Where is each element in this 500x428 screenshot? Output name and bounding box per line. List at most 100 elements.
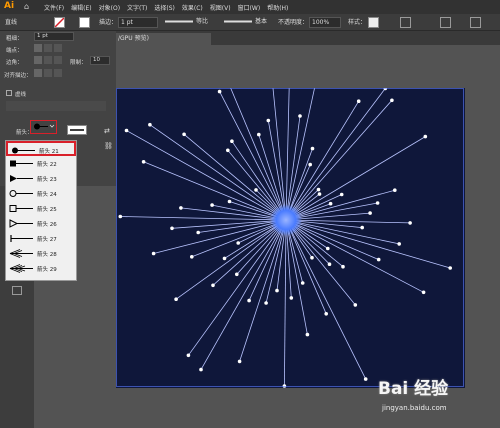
round-join-icon[interactable] bbox=[44, 56, 52, 64]
dropdown-item-label: 箭头 26 bbox=[37, 222, 57, 228]
swap-arrows-icon[interactable]: ⇄ bbox=[104, 127, 112, 135]
ray-dot bbox=[124, 128, 129, 133]
link-scale-icon[interactable]: ⛓ bbox=[104, 142, 113, 150]
projecting-cap-icon[interactable] bbox=[54, 44, 62, 52]
ray-dot bbox=[390, 98, 394, 103]
ray-line bbox=[285, 100, 360, 221]
starburst-artwork bbox=[116, 88, 464, 388]
opacity-field[interactable]: 100% bbox=[309, 17, 341, 28]
document-tab[interactable]: /GPU 预览) bbox=[116, 33, 211, 45]
ray-dot bbox=[421, 290, 426, 295]
menu-effect[interactable]: 效果(C) bbox=[182, 3, 203, 12]
weight-value: 1 pt bbox=[37, 33, 48, 39]
arrow-triangle-icon bbox=[10, 175, 33, 182]
home-icon[interactable]: ⌂ bbox=[24, 2, 33, 11]
menu-view[interactable]: 视图(V) bbox=[210, 3, 231, 12]
menu-bar: Ai ⌂ 文件(F) 编辑(E) 对象(O) 文字(T) 选择(S) 效果(C)… bbox=[0, 0, 500, 14]
ray-line bbox=[285, 219, 424, 293]
line-profile-icon bbox=[165, 20, 193, 23]
variable-width-profile[interactable]: 等比 bbox=[162, 17, 218, 28]
menu-file[interactable]: 文件(F) bbox=[44, 3, 64, 12]
ray-line bbox=[284, 219, 287, 387]
arrow-dot-icon bbox=[34, 123, 55, 130]
ray-dot bbox=[317, 192, 322, 196]
dropdown-item-arrow-23[interactable]: 箭头 23 bbox=[6, 171, 76, 186]
ray-dot bbox=[316, 187, 321, 192]
dropdown-item-arrow-25[interactable]: 箭头 25 bbox=[6, 201, 76, 216]
weight-field[interactable]: 1 pt bbox=[34, 32, 74, 41]
dropdown-item-label: 箭头 28 bbox=[37, 252, 57, 258]
arrow-dot-icon bbox=[12, 147, 35, 154]
opacity-label: 不透明度： bbox=[278, 19, 309, 26]
miter-join-icon[interactable] bbox=[34, 56, 42, 64]
start-arrow-select[interactable] bbox=[30, 120, 57, 134]
ray-dot bbox=[300, 281, 305, 285]
menu-type[interactable]: 文字(T) bbox=[127, 3, 147, 12]
transform-icon[interactable] bbox=[470, 17, 481, 28]
stroke-swatch[interactable] bbox=[79, 17, 90, 28]
dashed-label: 虚线 bbox=[15, 92, 27, 98]
end-arrow-select[interactable] bbox=[67, 125, 87, 135]
limit-field[interactable]: 10 bbox=[90, 56, 110, 65]
ray-dot bbox=[310, 146, 315, 151]
menu-select[interactable]: 选择(S) bbox=[154, 3, 175, 12]
menu-edit[interactable]: 编辑(E) bbox=[71, 3, 91, 12]
plain-line-icon bbox=[70, 129, 84, 131]
stroke-weight-field[interactable]: 1 pt bbox=[118, 17, 158, 28]
ray-dot bbox=[235, 272, 239, 277]
butt-cap-icon[interactable] bbox=[34, 44, 42, 52]
dropdown-item-arrow-26[interactable]: 箭头 26 bbox=[6, 216, 76, 231]
menu-object[interactable]: 对象(O) bbox=[99, 3, 120, 12]
fill-swatch[interactable] bbox=[54, 17, 65, 28]
align-center-icon[interactable] bbox=[34, 69, 42, 77]
brush-definition[interactable]: 基本 bbox=[221, 17, 277, 28]
profile-label: 等比 bbox=[196, 18, 209, 25]
dropdown-item-arrow-29[interactable]: 箭头 29 bbox=[6, 261, 76, 276]
dropdown-item-arrow-24[interactable]: 箭头 24 bbox=[6, 186, 76, 201]
cap-label: 端点： bbox=[6, 48, 23, 54]
recolor-icon[interactable] bbox=[400, 17, 411, 28]
dashed-checkbox[interactable] bbox=[6, 90, 12, 96]
menu-window[interactable]: 窗口(W) bbox=[238, 3, 261, 12]
dash-gap-fields bbox=[6, 101, 106, 111]
ray-dot bbox=[151, 251, 156, 256]
dropdown-item-arrow-22[interactable]: 箭头 22 bbox=[6, 156, 76, 171]
dropdown-item-label: 箭头 29 bbox=[37, 267, 57, 273]
ray-dot bbox=[310, 255, 314, 260]
baidu-watermark: Bai 经验 jingyan.baidu.com bbox=[378, 374, 496, 424]
dropdown-item-label: 箭头 24 bbox=[37, 192, 57, 198]
ray-dot bbox=[341, 264, 345, 269]
watermark-url: jingyan.baidu.com bbox=[382, 404, 447, 412]
ray-dot bbox=[141, 160, 146, 164]
round-cap-icon[interactable] bbox=[44, 44, 52, 52]
ray-line bbox=[285, 219, 451, 269]
bevel-join-icon[interactable] bbox=[54, 56, 62, 64]
ray-dot bbox=[282, 384, 287, 388]
style-swatch[interactable] bbox=[368, 17, 379, 28]
dropdown-item-arrow-28[interactable]: 箭头 28 bbox=[6, 246, 76, 261]
ray-dot bbox=[275, 288, 279, 293]
ray-dot bbox=[363, 377, 368, 381]
style-label: 样式： bbox=[348, 19, 367, 26]
ray-dot bbox=[257, 132, 261, 137]
artboard[interactable] bbox=[116, 88, 465, 388]
ray-dot bbox=[148, 122, 152, 127]
ray-dot bbox=[375, 201, 380, 205]
align-icon[interactable] bbox=[440, 17, 451, 28]
dropdown-item-arrow-27[interactable]: 箭头 27 bbox=[6, 231, 76, 246]
brush-line-icon bbox=[224, 20, 252, 23]
ray-line bbox=[285, 136, 426, 221]
ray-dot bbox=[118, 214, 123, 219]
ray-dot bbox=[448, 266, 453, 270]
ray-dot bbox=[190, 255, 194, 259]
ray-dot bbox=[170, 226, 174, 231]
dropdown-item-arrow-21[interactable]: 箭头 21 bbox=[6, 141, 76, 156]
menu-help[interactable]: 帮助(H) bbox=[267, 3, 288, 12]
ray-dot bbox=[210, 203, 214, 207]
ray-dot bbox=[222, 256, 227, 261]
align-outside-icon[interactable] bbox=[54, 69, 62, 77]
align-inside-icon[interactable] bbox=[44, 69, 52, 77]
ray-dot bbox=[408, 221, 412, 225]
artboard-tool-icon[interactable] bbox=[12, 286, 22, 295]
stroke-weight-value: 1 pt bbox=[121, 19, 133, 26]
